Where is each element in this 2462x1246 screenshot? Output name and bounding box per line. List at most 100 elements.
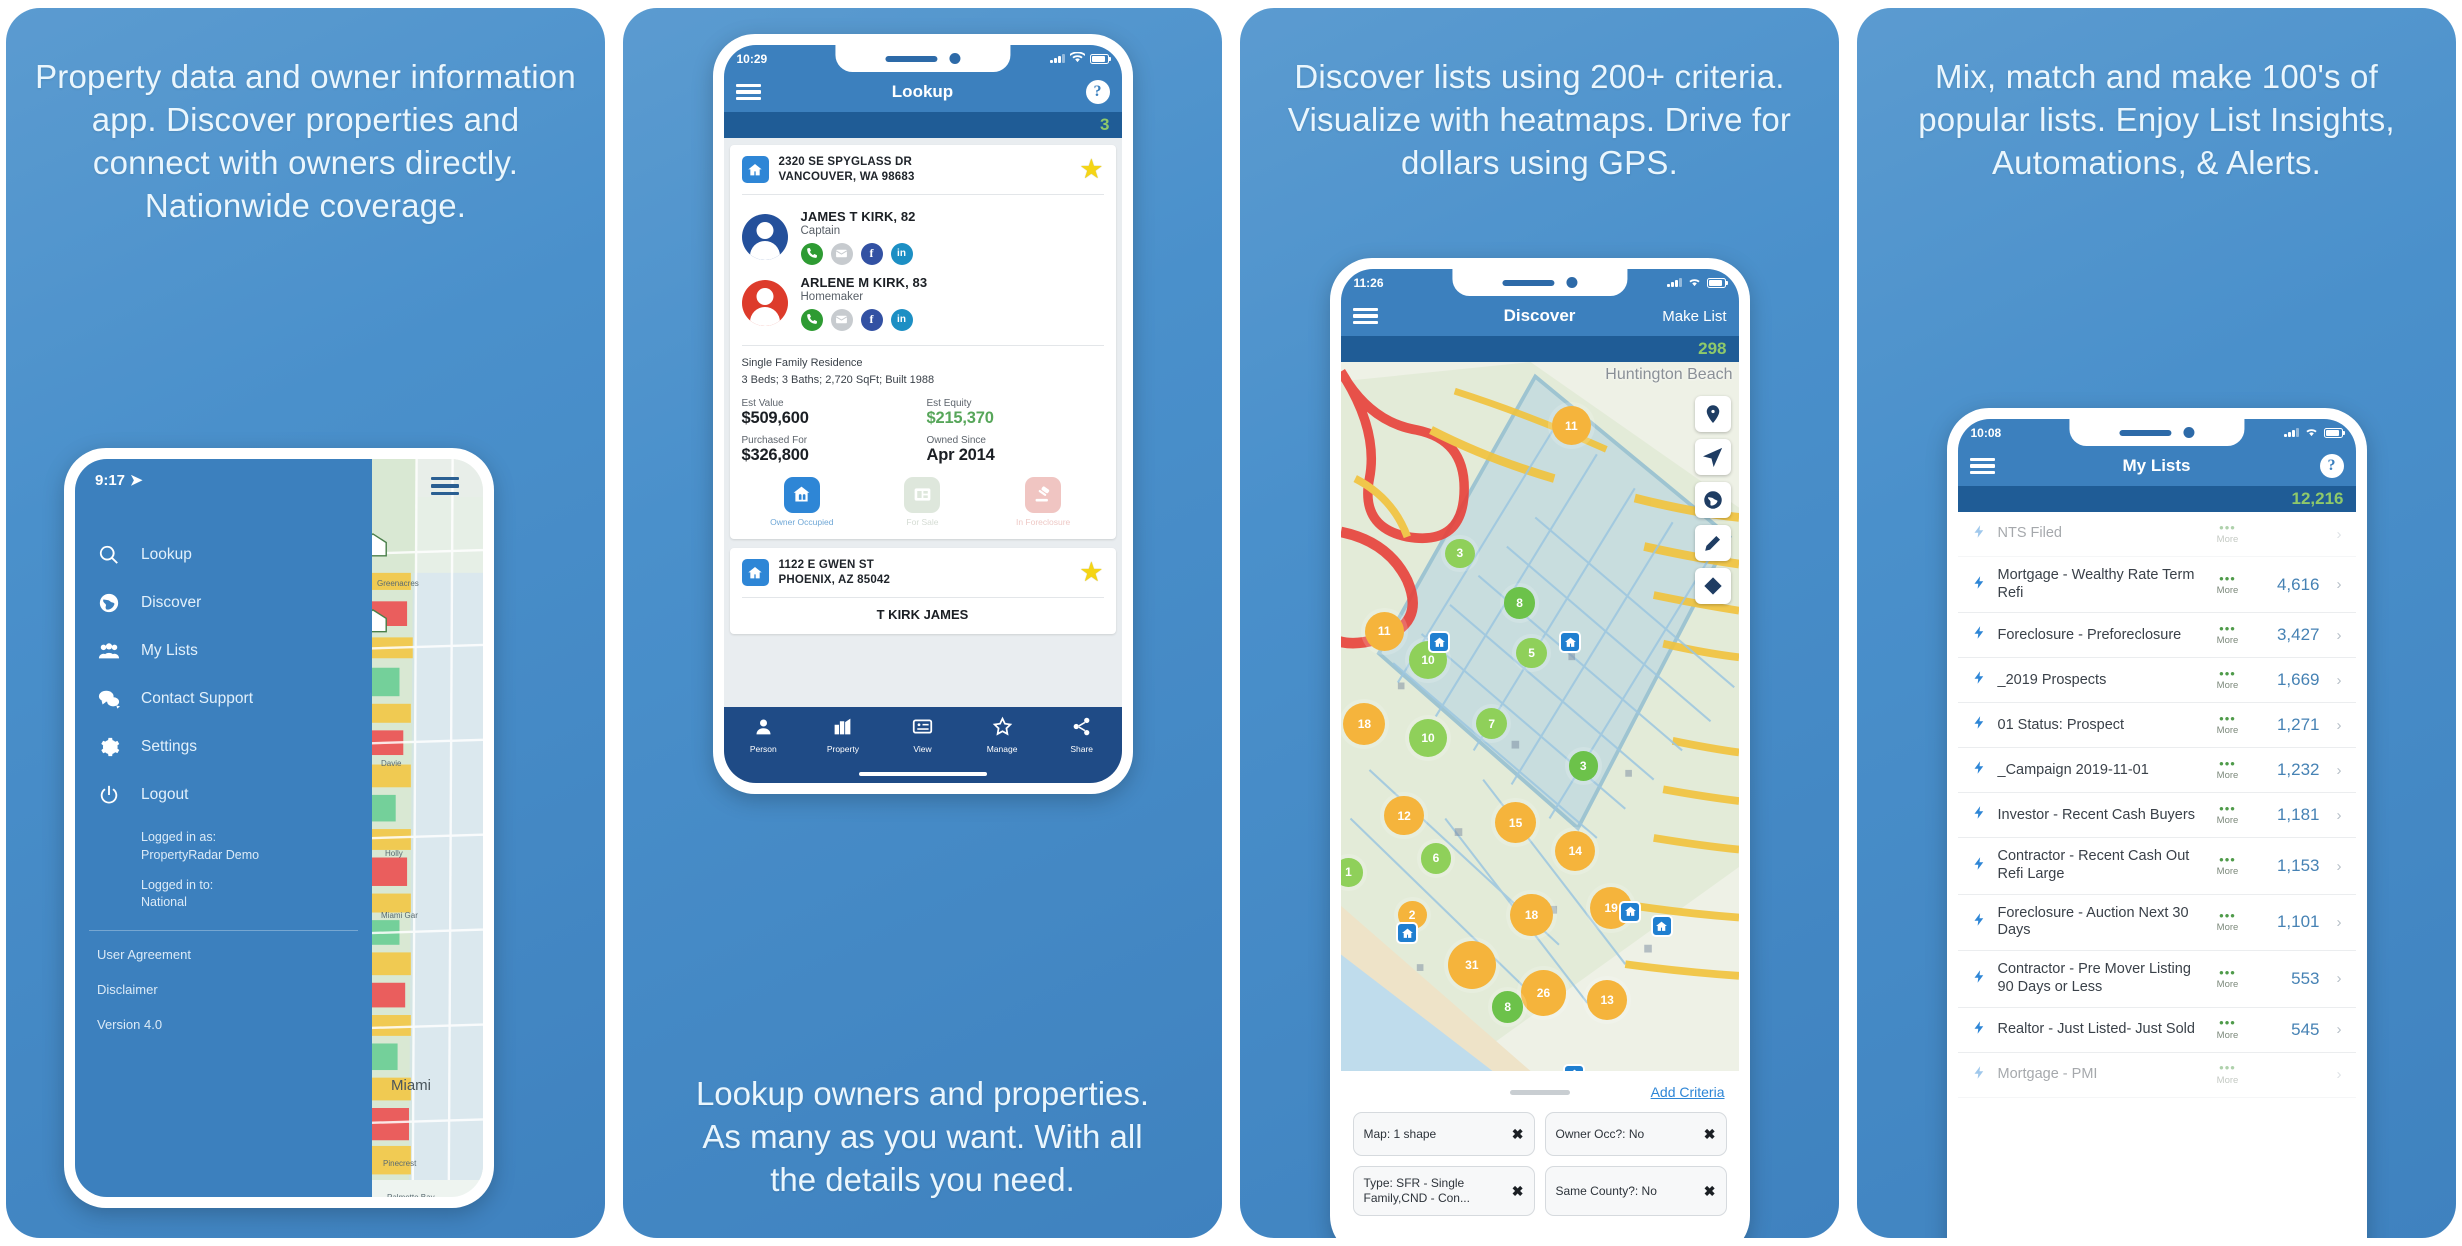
list-item[interactable]: _Campaign 2019-11-01 ••• More 1,232 › xyxy=(1957,748,2356,794)
mail-icon[interactable] xyxy=(830,308,853,331)
map-cluster-marker[interactable]: 18 xyxy=(1510,893,1553,937)
flag-for-sale: For Sale xyxy=(863,476,982,527)
map-cluster-marker[interactable]: 8 xyxy=(1491,991,1524,1023)
close-icon[interactable]: ✖ xyxy=(1512,1183,1524,1200)
property-pin-icon[interactable] xyxy=(1563,1063,1586,1071)
property-card[interactable]: 2320 SE SPYGLASS DR VANCOUVER, WA 98683 … xyxy=(729,145,1116,539)
pencil-icon[interactable] xyxy=(1694,525,1731,561)
property-pin-icon[interactable] xyxy=(1619,900,1642,923)
property-card[interactable]: 1122 E GWEN ST PHOENIX, AZ 85042 ★ T KIR… xyxy=(729,547,1116,634)
tab-view[interactable]: View xyxy=(883,716,963,754)
phone-notch xyxy=(2068,419,2245,446)
tab-property[interactable]: Property xyxy=(803,716,883,754)
hamburger-menu-icon[interactable] xyxy=(1352,307,1378,325)
property-pin-icon[interactable] xyxy=(1650,915,1673,938)
facebook-icon[interactable]: f xyxy=(860,242,883,265)
close-icon[interactable]: ✖ xyxy=(1704,1126,1716,1143)
more-button[interactable]: ••• More xyxy=(2209,757,2247,781)
more-button[interactable]: ••• More xyxy=(2209,1061,2247,1085)
map-cluster-marker[interactable]: 6 xyxy=(1420,842,1452,874)
sidebar-item-discover[interactable]: Discover xyxy=(75,579,372,627)
more-button[interactable]: ••• More xyxy=(2209,853,2247,877)
facebook-icon[interactable]: f xyxy=(860,308,883,331)
help-icon[interactable]: ? xyxy=(2319,454,2344,478)
property-pin-icon[interactable] xyxy=(1428,631,1451,654)
map-cluster-marker[interactable]: 8 xyxy=(1503,587,1536,619)
more-button[interactable]: ••• More xyxy=(2209,667,2247,691)
mail-icon[interactable] xyxy=(830,242,853,265)
map-label: Palmetto Bay xyxy=(387,1193,435,1197)
sidebar-item-contact-support[interactable]: Contact Support xyxy=(75,675,372,723)
map-cluster-marker[interactable]: 26 xyxy=(1520,970,1567,1016)
criteria-chip[interactable]: Same County?: No ✖ xyxy=(1544,1166,1727,1216)
link-user-agreement[interactable]: User Agreement xyxy=(75,931,372,966)
help-icon[interactable]: ? xyxy=(1085,80,1110,104)
globe-icon[interactable] xyxy=(1694,482,1731,518)
map-cluster-marker[interactable]: 3 xyxy=(1445,538,1475,569)
shapes-icon[interactable] xyxy=(1694,568,1731,604)
results-list[interactable]: 2320 SE SPYGLASS DR VANCOUVER, WA 98683 … xyxy=(723,138,1122,707)
make-list-button[interactable]: Make List xyxy=(1662,308,1726,325)
more-button[interactable]: ••• More xyxy=(2209,622,2247,646)
more-button[interactable]: ••• More xyxy=(2209,909,2247,933)
list-item[interactable]: _2019 Prospects ••• More 1,669 › xyxy=(1957,658,2356,704)
drag-handle[interactable] xyxy=(1509,1089,1570,1095)
hamburger-menu-icon[interactable] xyxy=(1969,457,1995,475)
discover-map[interactable]: Huntington Beach 11 3 8 5 11 10 18 10 7 3 12 6 15 14 2… xyxy=(1340,362,1739,1071)
tab-share[interactable]: Share xyxy=(1042,716,1122,754)
hamburger-menu-icon[interactable] xyxy=(735,83,761,101)
criteria-chip[interactable]: Type: SFR - Single Family,CND - Con... ✖ xyxy=(1352,1166,1535,1216)
criteria-chip[interactable]: Map: 1 shape ✖ xyxy=(1352,1112,1535,1156)
navigate-icon[interactable] xyxy=(1694,439,1731,475)
list-item[interactable]: Contractor - Recent Cash Out Refi Large •… xyxy=(1957,838,2356,895)
more-button[interactable]: ••• More xyxy=(2209,521,2247,545)
add-criteria-link[interactable]: Add Criteria xyxy=(1651,1084,1725,1100)
owner-row[interactable]: ARLENE M KIRK, 83 Homemaker f in xyxy=(741,270,1104,336)
list-item[interactable]: NTS Filed ••• More › xyxy=(1957,512,2356,557)
linkedin-icon[interactable]: in xyxy=(890,242,913,265)
criteria-chip[interactable]: Owner Occ?: No ✖ xyxy=(1544,1112,1727,1156)
map-cluster-marker[interactable]: 5 xyxy=(1516,637,1547,668)
map-hamburger-icon[interactable] xyxy=(431,477,459,496)
map-cluster-marker[interactable]: 13 xyxy=(1587,980,1628,1021)
list-item[interactable]: Foreclosure - Auction Next 30 Days ••• Mor… xyxy=(1957,895,2356,952)
list-item[interactable]: 01 Status: Prospect ••• More 1,271 › xyxy=(1957,703,2356,749)
list-item[interactable]: Mortgage - Wealthy Rate Term Refi ••• More… xyxy=(1957,557,2356,614)
lists-container[interactable]: NTS Filed ••• More › Mortgage - Wealthy Rate… xyxy=(1957,512,2356,1238)
list-item[interactable]: Mortgage - PMI ••• More › xyxy=(1957,1053,2356,1098)
star-icon[interactable]: ★ xyxy=(1079,156,1103,183)
list-item[interactable]: Foreclosure - Preforeclosure ••• More 3,427… xyxy=(1957,613,2356,659)
phone-icon[interactable] xyxy=(800,242,823,265)
close-icon[interactable]: ✖ xyxy=(1704,1183,1716,1200)
map-cluster-marker[interactable]: 3 xyxy=(1568,751,1598,781)
list-item[interactable]: Realtor - Just Listed- Just Sold ••• More 5… xyxy=(1957,1008,2356,1053)
tab-manage[interactable]: Manage xyxy=(962,716,1042,754)
list-item[interactable]: Investor - Recent Cash Buyers ••• More 1,18… xyxy=(1957,793,2356,839)
tab-person[interactable]: Person xyxy=(724,716,804,754)
more-button[interactable]: ••• More xyxy=(2209,1016,2247,1040)
owner-row[interactable]: JAMES T KIRK, 82 Captain f in xyxy=(741,204,1104,270)
sidebar-item-settings[interactable]: Settings xyxy=(75,723,372,771)
more-button[interactable]: ••• More xyxy=(2209,572,2247,596)
more-button[interactable]: ••• More xyxy=(2209,802,2247,826)
map-cluster-marker[interactable]: 10 xyxy=(1408,718,1448,758)
map-cluster-marker[interactable]: 11 xyxy=(1364,611,1404,651)
map-cluster-marker[interactable]: 7 xyxy=(1476,708,1508,740)
close-icon[interactable]: ✖ xyxy=(1512,1126,1524,1143)
map-cluster-marker[interactable]: 31 xyxy=(1447,940,1496,989)
more-button[interactable]: ••• More xyxy=(2209,712,2247,736)
pin-icon[interactable] xyxy=(1694,396,1731,432)
property-pin-icon[interactable] xyxy=(1559,631,1582,654)
property-pin-icon[interactable] xyxy=(1396,922,1419,945)
link-disclaimer[interactable]: Disclaimer xyxy=(75,966,372,1001)
map-cluster-marker[interactable]: 18 xyxy=(1343,702,1386,745)
list-item[interactable]: Contractor - Pre Mover Listing 90 Days o… xyxy=(1957,951,2356,1008)
linkedin-icon[interactable]: in xyxy=(890,308,913,331)
sidebar-item-lookup[interactable]: Lookup xyxy=(75,531,372,579)
sidebar-item-logout[interactable]: Logout xyxy=(75,771,372,819)
more-button[interactable]: ••• More xyxy=(2209,966,2247,990)
map-cluster-marker[interactable]: 14 xyxy=(1555,831,1596,872)
sidebar-item-my-lists[interactable]: My Lists xyxy=(75,627,372,675)
star-icon[interactable]: ★ xyxy=(1079,559,1103,586)
phone-icon[interactable] xyxy=(800,308,823,331)
